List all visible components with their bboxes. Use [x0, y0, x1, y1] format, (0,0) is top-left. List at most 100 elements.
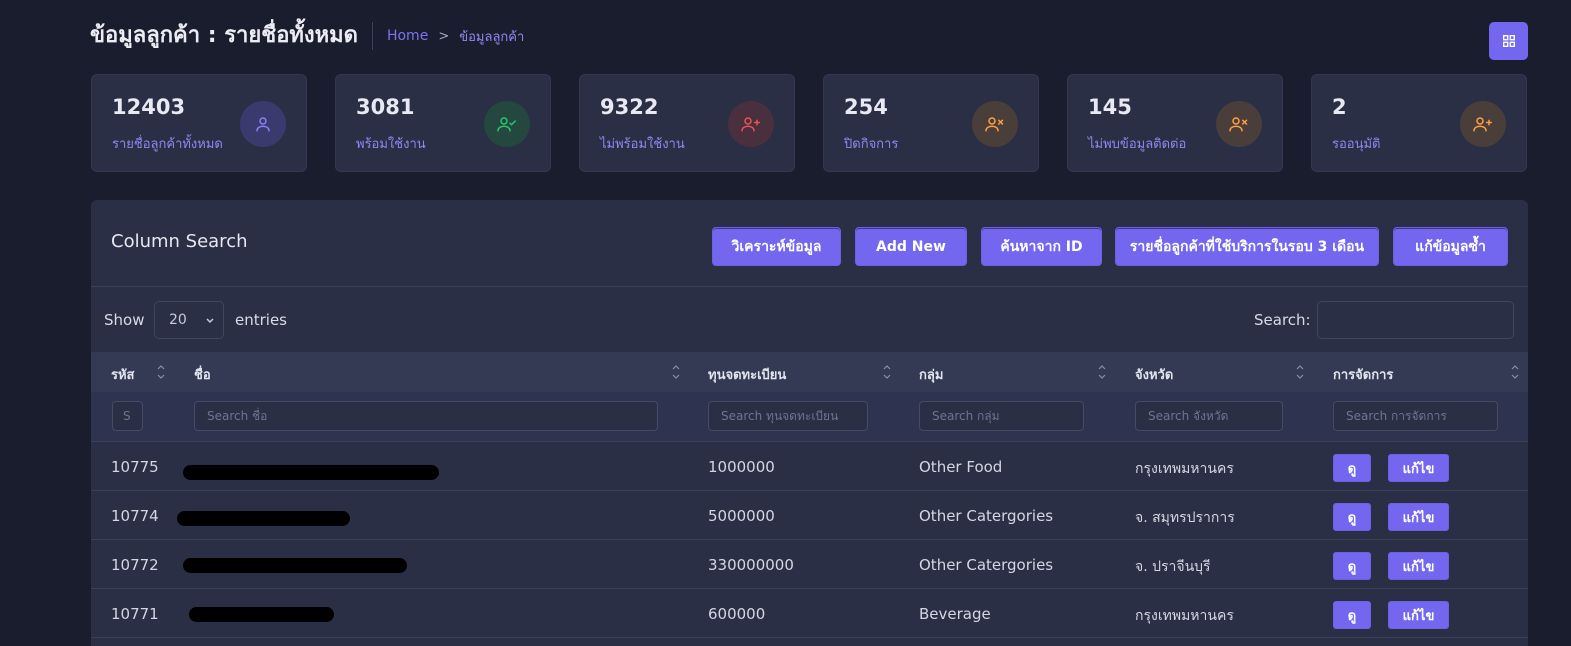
- cell-province: กรุงเทพมหานคร: [1135, 608, 1234, 624]
- stat-label: รออนุมัติ: [1332, 137, 1381, 152]
- cell-group: Other Catergories: [919, 556, 1054, 574]
- stat-value: 2: [1332, 95, 1347, 119]
- stat-value: 3081: [356, 95, 415, 119]
- cell-capital: 5000000: [708, 507, 775, 525]
- breadcrumb: Home > ข้อมูลลูกค้า: [387, 26, 524, 47]
- page-header: ข้อมูลลูกค้า : รายชื่อทั้งหมด Home > ข้อ…: [90, 20, 524, 52]
- panel-title: Column Search: [111, 231, 248, 252]
- stat-card-pending[interactable]: 2 รออนุมัติ: [1311, 74, 1527, 172]
- fix-duplicates-button[interactable]: แก้ข้อมูลซ้ำ: [1393, 227, 1508, 266]
- column-header-actions[interactable]: การจัดการ: [1333, 364, 1393, 385]
- column-header-capital[interactable]: ทุนจดทะเบียน: [708, 364, 786, 385]
- user-x-icon: [972, 101, 1018, 147]
- sort-icon[interactable]: [157, 363, 165, 381]
- cell-id: 10771: [111, 605, 159, 623]
- view-button[interactable]: ดู: [1333, 552, 1371, 580]
- stat-label: ปิดกิจการ: [844, 137, 899, 152]
- stat-card-no-contact[interactable]: 145 ไม่พบข้อมูลติดต่อ: [1067, 74, 1283, 172]
- chevron-down-icon: [206, 318, 214, 324]
- add-new-button[interactable]: Add New: [855, 227, 967, 266]
- analyze-data-button[interactable]: วิเคราะห์ข้อมูล: [712, 227, 841, 266]
- entries-label: entries: [235, 311, 287, 329]
- cell-group: Other Food: [919, 458, 1003, 476]
- show-label: Show: [104, 311, 145, 329]
- cell-id: 10772: [111, 556, 159, 574]
- breadcrumb-home-link[interactable]: Home: [387, 28, 428, 44]
- sort-icon[interactable]: [1296, 363, 1304, 381]
- user-plus-icon: [728, 101, 774, 147]
- stat-card-total[interactable]: 12403 รายชื่อลูกค้าทั้งหมด: [91, 74, 307, 172]
- user-check-icon: [484, 101, 530, 147]
- filter-group-input[interactable]: Search กลุ่ม: [919, 401, 1084, 431]
- cell-id: 10775: [111, 458, 159, 476]
- column-header-province[interactable]: จังหวัด: [1135, 364, 1173, 385]
- entries-value: 20: [169, 312, 187, 328]
- page-title: ข้อมูลลูกค้า : รายชื่อทั้งหมด: [90, 22, 373, 50]
- filter-name-input[interactable]: Search ชื่อ: [194, 401, 658, 431]
- user-plus-icon: [1460, 101, 1506, 147]
- column-header-id[interactable]: รหัส: [111, 364, 135, 385]
- stat-label: ไม่พร้อมใช้งาน: [600, 137, 685, 152]
- breadcrumb-separator: >: [438, 28, 450, 44]
- column-header-group[interactable]: กลุ่ม: [919, 364, 943, 385]
- cell-id: 10774: [111, 507, 159, 525]
- cell-capital: 1000000: [708, 458, 775, 476]
- view-button[interactable]: ดู: [1333, 454, 1371, 482]
- breadcrumb-current: ข้อมูลลูกค้า: [459, 29, 525, 45]
- filter-id-input[interactable]: S: [112, 401, 143, 431]
- table-row: 10774 5000000 Other Catergories จ. สมุทร…: [91, 491, 1528, 540]
- cell-province: จ. สมุทรปราการ: [1135, 510, 1235, 526]
- filter-row: S Search ชื่อ Search ทุนจดทะเบียน Search…: [91, 392, 1528, 442]
- filter-province-input[interactable]: Search จังหวัด: [1135, 401, 1283, 431]
- recent-customers-button[interactable]: รายชื่อลูกค้าที่ใช้บริการในรอบ 3 เดือน: [1115, 227, 1379, 266]
- redacted-name: [189, 607, 334, 622]
- cell-capital: 330000000: [708, 556, 794, 574]
- user-x-icon: [1216, 101, 1262, 147]
- cell-group: Other Catergories: [919, 507, 1054, 525]
- redacted-name: [183, 465, 439, 480]
- table-row: 10772 330000000 Other Catergories จ. ปรา…: [91, 540, 1528, 589]
- view-button[interactable]: ดู: [1333, 601, 1371, 629]
- stat-label: ไม่พบข้อมูลติดต่อ: [1088, 137, 1187, 152]
- search-input[interactable]: [1317, 301, 1514, 339]
- grid-menu-button[interactable]: [1489, 22, 1528, 60]
- column-search-panel: Column Search วิเคราะห์ข้อมูล Add New ค้…: [91, 200, 1528, 646]
- divider: [91, 286, 1528, 287]
- edit-button[interactable]: แก้ไข: [1388, 552, 1449, 580]
- filter-capital-input[interactable]: Search ทุนจดทะเบียน: [708, 401, 868, 431]
- search-label: Search:: [1254, 311, 1311, 329]
- table-header: รหัส ชื่อ ทุนจดทะเบียน กลุ่ม จังหวัด การ…: [91, 352, 1528, 392]
- column-header-name[interactable]: ชื่อ: [194, 364, 211, 385]
- edit-button[interactable]: แก้ไข: [1388, 601, 1449, 629]
- redacted-name: [183, 558, 407, 573]
- user-icon: [240, 101, 286, 147]
- stat-card-closed[interactable]: 254 ปิดกิจการ: [823, 74, 1039, 172]
- entries-select[interactable]: 20: [154, 301, 224, 339]
- stat-value: 9322: [600, 95, 659, 119]
- cell-province: กรุงเทพมหานคร: [1135, 461, 1234, 477]
- stat-value: 145: [1088, 95, 1132, 119]
- grid-icon: [1502, 35, 1515, 47]
- cell-province: จ. ปราจีนบุรี: [1135, 559, 1211, 575]
- stats-row: 12403 รายชื่อลูกค้าทั้งหมด 3081 พร้อมใช้…: [91, 74, 1528, 172]
- stat-label: พร้อมใช้งาน: [356, 137, 426, 152]
- stat-value: 12403: [112, 95, 186, 119]
- search-by-id-button[interactable]: ค้นหาจาก ID: [981, 227, 1102, 266]
- sort-icon[interactable]: [1098, 363, 1106, 381]
- stat-value: 254: [844, 95, 888, 119]
- redacted-name: [177, 511, 350, 526]
- cell-group: Beverage: [919, 605, 991, 623]
- sort-icon[interactable]: [672, 363, 680, 381]
- stat-card-ready[interactable]: 3081 พร้อมใช้งาน: [335, 74, 551, 172]
- cell-capital: 600000: [708, 605, 766, 623]
- edit-button[interactable]: แก้ไข: [1388, 503, 1449, 531]
- filter-actions-input[interactable]: Search การจัดการ: [1333, 401, 1498, 431]
- sort-icon[interactable]: [883, 363, 891, 381]
- sort-icon[interactable]: [1511, 363, 1519, 381]
- edit-button[interactable]: แก้ไข: [1388, 454, 1449, 482]
- table-row: 10771 600000 Beverage กรุงเทพมหานคร ดู แ…: [91, 589, 1528, 638]
- view-button[interactable]: ดู: [1333, 503, 1371, 531]
- stat-card-not-ready[interactable]: 9322 ไม่พร้อมใช้งาน: [579, 74, 795, 172]
- stat-label: รายชื่อลูกค้าทั้งหมด: [112, 137, 223, 152]
- table-row: 10775 1000000 Other Food กรุงเทพมหานคร ด…: [91, 442, 1528, 491]
